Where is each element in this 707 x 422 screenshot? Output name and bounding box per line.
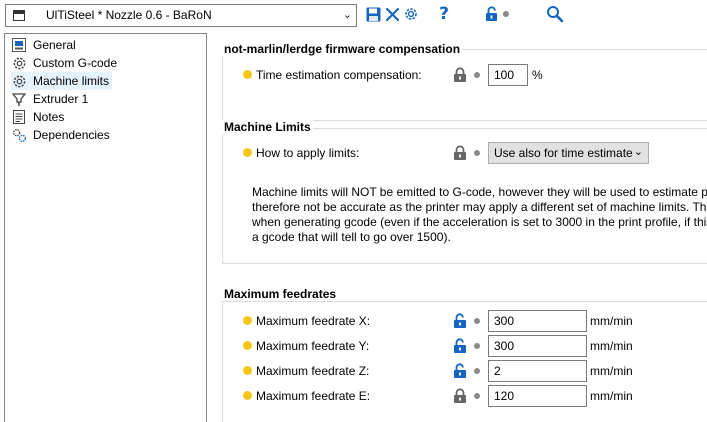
preset-selector[interactable]: UlTiSteel * Nozzle 0.6 - BaRoN ⌄ bbox=[5, 4, 357, 27]
status-dot bbox=[500, 5, 512, 23]
tree-item-dependencies[interactable]: Dependencies bbox=[11, 126, 110, 144]
option-status-dot bbox=[243, 148, 252, 157]
tree-item-extruder-1[interactable]: Extruder 1 bbox=[11, 90, 88, 108]
lock-icon[interactable] bbox=[453, 145, 467, 161]
help-icon[interactable]: ? bbox=[435, 4, 453, 24]
search-icon[interactable] bbox=[546, 5, 564, 23]
tree-item-label: General bbox=[33, 38, 76, 52]
note-line: Machine limits will NOT be emitted to G-… bbox=[252, 185, 707, 199]
time-compensation-unit: % bbox=[532, 68, 543, 82]
toolbar: UlTiSteel * Nozzle 0.6 - BaRoN ⌄ ? bbox=[0, 0, 707, 30]
feedrate-y-unit: mm/min bbox=[590, 339, 633, 353]
feedrate-z-input[interactable] bbox=[488, 360, 587, 382]
preset-icon bbox=[13, 10, 25, 21]
option-status-dot bbox=[243, 70, 252, 79]
feedrates-section: Maximum feedrate X: mm/min Maximum feedr… bbox=[222, 301, 707, 422]
preset-name: UlTiSteel * Nozzle 0.6 - BaRoN bbox=[46, 8, 212, 22]
gear-icon bbox=[11, 73, 27, 89]
feedrate-e-unit: mm/min bbox=[590, 389, 633, 403]
feedrate-x-label: Maximum feedrate X: bbox=[256, 314, 371, 328]
tree-item-label: Machine limits bbox=[33, 74, 110, 88]
unlock-icon[interactable] bbox=[483, 5, 501, 23]
tree-item-notes[interactable]: Notes bbox=[11, 108, 64, 126]
apply-limits-selected: Use also for time estimate bbox=[494, 146, 633, 160]
machine-limits-title: Machine Limits bbox=[222, 120, 313, 134]
lock-icon[interactable] bbox=[453, 388, 467, 404]
option-status-dot bbox=[243, 391, 252, 400]
feedrate-x-row: Maximum feedrate X: mm/min bbox=[223, 310, 707, 332]
chevron-down-icon: ⌄ bbox=[342, 9, 352, 21]
notes-icon bbox=[11, 109, 27, 125]
reset-dot[interactable] bbox=[474, 393, 480, 399]
time-compensation-row: Time estimation compensation: % bbox=[223, 64, 707, 86]
dependencies-icon bbox=[11, 127, 27, 143]
note-line: a gcode that will tell to go over 1500). bbox=[252, 230, 451, 244]
feedrate-y-input[interactable] bbox=[488, 335, 587, 357]
machine-limits-section: How to apply limits: Use also for time e… bbox=[222, 128, 707, 264]
lock-icon[interactable] bbox=[453, 67, 467, 83]
feedrate-e-row: Maximum feedrate E: mm/min bbox=[223, 385, 707, 407]
compensation-section: Time estimation compensation: % bbox=[222, 49, 707, 121]
tree-item-label: Extruder 1 bbox=[33, 92, 89, 106]
tree-item-general[interactable]: General bbox=[11, 36, 76, 54]
apply-limits-row: How to apply limits: Use also for time e… bbox=[223, 142, 707, 164]
delete-icon[interactable] bbox=[383, 5, 401, 23]
note-line: when generating gcode (even if the accel… bbox=[252, 215, 707, 229]
note-line: therefore not be accurate as the printer… bbox=[252, 200, 707, 214]
save-icon[interactable] bbox=[364, 5, 382, 23]
extruder-icon bbox=[11, 91, 27, 107]
settings-icon[interactable] bbox=[402, 5, 420, 23]
feedrate-e-input[interactable] bbox=[488, 385, 587, 407]
feedrates-title: Maximum feedrates bbox=[222, 287, 339, 301]
tree-item-custom-gcode[interactable]: Custom G-code bbox=[11, 54, 117, 72]
apply-limits-label: How to apply limits: bbox=[256, 146, 360, 160]
time-compensation-input[interactable] bbox=[488, 64, 528, 86]
option-status-dot bbox=[243, 366, 252, 375]
compensation-title: not-marlin/lerdge firmware compensation bbox=[222, 42, 463, 56]
feedrate-x-input[interactable] bbox=[488, 310, 587, 332]
time-compensation-label: Time estimation compensation: bbox=[256, 68, 422, 82]
feedrate-y-row: Maximum feedrate Y: mm/min bbox=[223, 335, 707, 357]
unlock-icon[interactable] bbox=[453, 313, 467, 329]
tree-item-label: Dependencies bbox=[33, 128, 110, 142]
reset-dot[interactable] bbox=[474, 318, 480, 324]
settings-page[interactable]: Time estimation compensation: % not-marl… bbox=[213, 30, 707, 422]
apply-limits-select[interactable]: Use also for time estimate ⌄ bbox=[488, 142, 649, 164]
settings-tree[interactable]: General Custom G-code Machine limits Ext… bbox=[4, 33, 207, 422]
tree-item-label: Custom G-code bbox=[33, 56, 118, 70]
feedrate-z-row: Maximum feedrate Z: mm/min bbox=[223, 360, 707, 382]
reset-dot[interactable] bbox=[474, 368, 480, 374]
tree-item-label: Notes bbox=[33, 110, 65, 124]
feedrate-e-label: Maximum feedrate E: bbox=[256, 389, 371, 403]
feedrate-y-label: Maximum feedrate Y: bbox=[256, 339, 370, 353]
gear-icon bbox=[11, 55, 27, 71]
option-status-dot bbox=[243, 316, 252, 325]
feedrate-x-unit: mm/min bbox=[590, 314, 633, 328]
tree-item-machine-limits[interactable]: Machine limits bbox=[11, 72, 113, 90]
chevron-down-icon: ⌄ bbox=[633, 146, 643, 158]
unlock-icon[interactable] bbox=[453, 363, 467, 379]
printer-icon bbox=[11, 37, 27, 53]
unlock-icon[interactable] bbox=[453, 338, 467, 354]
reset-dot[interactable] bbox=[474, 343, 480, 349]
reset-dot[interactable] bbox=[474, 72, 480, 78]
feedrate-z-unit: mm/min bbox=[590, 364, 633, 378]
feedrate-z-label: Maximum feedrate Z: bbox=[256, 364, 370, 378]
option-status-dot bbox=[243, 341, 252, 350]
reset-dot[interactable] bbox=[474, 150, 480, 156]
